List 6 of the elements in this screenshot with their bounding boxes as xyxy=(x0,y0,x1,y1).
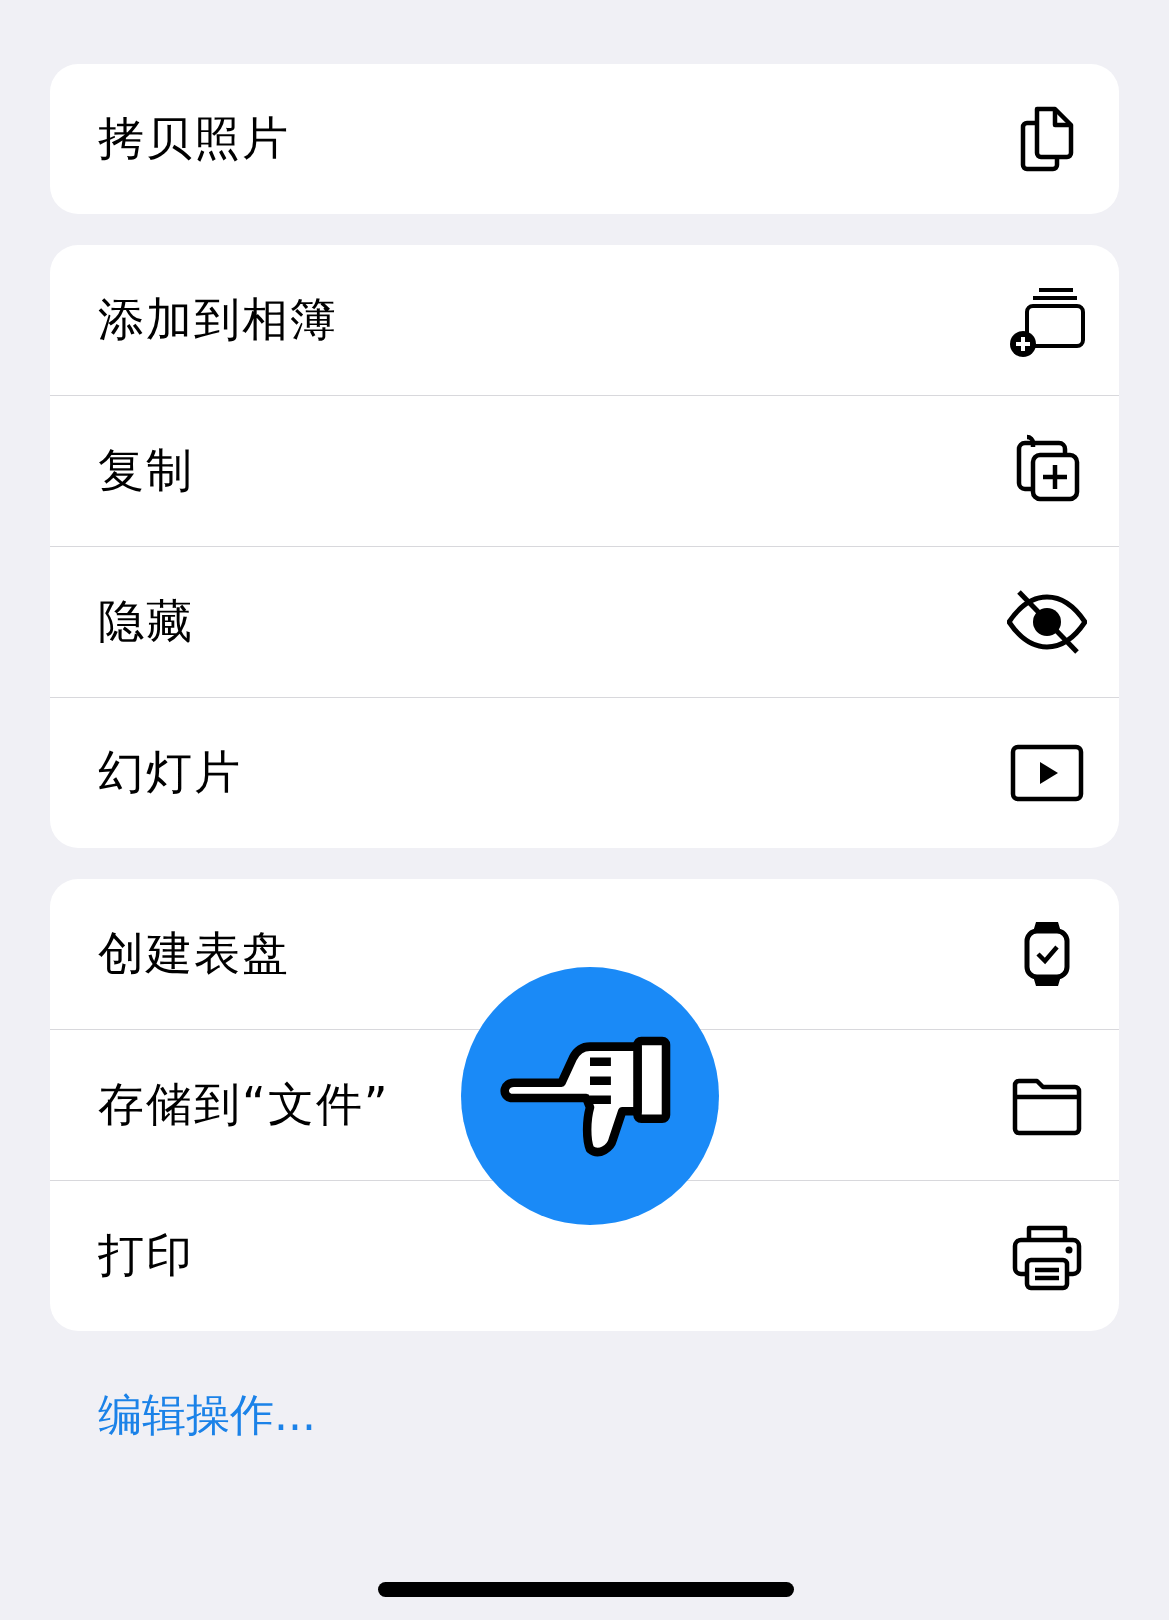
menu-item[interactable]: 复制 xyxy=(50,395,1119,546)
menu-item[interactable]: 隐藏 xyxy=(50,546,1119,697)
menu-item[interactable]: 幻灯片 xyxy=(50,697,1119,848)
menu-item[interactable]: 拷贝照片 xyxy=(50,64,1119,214)
menu-item[interactable]: 创建表盘 xyxy=(50,879,1119,1029)
menu-item[interactable]: 添加到相簿 xyxy=(50,245,1119,395)
